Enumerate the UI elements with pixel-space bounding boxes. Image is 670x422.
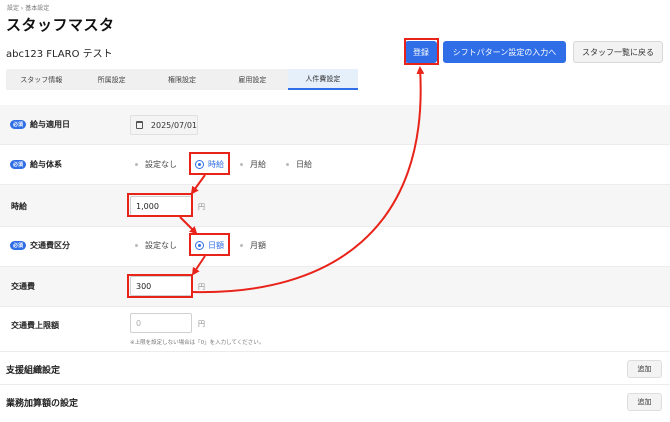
add-task-addition-button[interactable]: 追加	[627, 393, 662, 411]
radio-transport-monthly[interactable]: 月額	[240, 240, 266, 251]
tab-permissions[interactable]: 権限設定	[147, 69, 217, 90]
breadcrumb: 設定 › 基本設定	[7, 5, 50, 12]
register-button[interactable]: 登録	[405, 41, 437, 63]
hourly-wage-input[interactable]: 1,000	[130, 196, 192, 216]
transport-limit-label: 交通費上限額	[11, 321, 59, 330]
tab-employment[interactable]: 雇用設定	[217, 69, 287, 90]
transport-fee-input[interactable]: 300	[130, 276, 192, 296]
shift-pattern-button[interactable]: シフトパターン設定の入力へ	[443, 41, 566, 63]
row-transport-fee	[0, 267, 670, 307]
tab-bar: スタッフ情報 所属設定 権限設定 雇用設定 人件費設定	[6, 69, 359, 90]
transport-fee-unit: 円	[198, 283, 205, 291]
back-to-list-button[interactable]: スタッフ一覧に戻る	[573, 41, 663, 63]
add-support-org-button[interactable]: 追加	[627, 360, 662, 378]
hourly-wage-label: 時給	[11, 202, 27, 211]
row-task-addition	[0, 385, 670, 422]
radio-salary-monthly[interactable]: 月給	[240, 159, 266, 170]
required-badge: 必須	[10, 241, 27, 250]
row-salary-start-date	[0, 105, 670, 145]
hourly-wage-unit: 円	[198, 203, 205, 211]
calendar-icon	[136, 121, 143, 129]
salary-start-date-field[interactable]: 2025/07/01	[130, 115, 198, 135]
page-title: スタッフマスタ	[6, 16, 115, 34]
radio-salary-hourly[interactable]: 時給	[195, 159, 224, 170]
row-transport-type	[0, 227, 670, 267]
tab-affiliation[interactable]: 所属設定	[76, 69, 146, 90]
transport-limit-note: ※上限を設定しない場合は「0」を入力してください。	[130, 340, 265, 346]
radio-transport-none[interactable]: 設定なし	[135, 240, 177, 251]
salary-type-label: 必須 給与体系	[10, 159, 62, 170]
transport-limit-input[interactable]: 0	[130, 313, 192, 333]
radio-salary-none[interactable]: 設定なし	[135, 159, 177, 170]
required-badge: 必須	[10, 160, 27, 169]
row-support-org	[0, 352, 670, 385]
radio-salary-daily[interactable]: 日給	[286, 159, 312, 170]
required-badge: 必須	[10, 120, 27, 129]
tab-labor-cost[interactable]: 人件費設定	[287, 69, 359, 90]
transport-type-label: 必須 交通費区分	[10, 240, 70, 251]
radio-transport-daily[interactable]: 日額	[195, 240, 224, 251]
task-addition-title: 業務加算額の設定	[6, 399, 79, 409]
transport-fee-label: 交通費	[11, 282, 35, 291]
row-salary-type	[0, 145, 670, 185]
row-hourly-wage	[0, 185, 670, 227]
transport-limit-unit: 円	[198, 320, 205, 328]
staff-name: abc123 FLARO テスト	[6, 49, 113, 60]
tab-staff-info[interactable]: スタッフ情報	[6, 69, 76, 90]
salary-start-date-label: 必須 給与適用日	[10, 119, 70, 130]
support-org-title: 支援組織設定	[6, 366, 61, 376]
row-transport-limit	[0, 307, 670, 352]
